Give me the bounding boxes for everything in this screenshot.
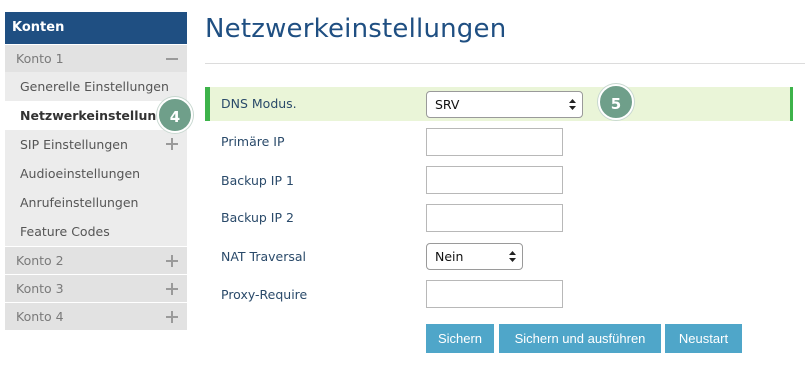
minus-icon[interactable] xyxy=(165,45,179,73)
title-divider xyxy=(205,63,805,64)
step-badge-5: 5 xyxy=(598,84,634,120)
plus-icon[interactable] xyxy=(165,303,179,331)
nat-traversal-select[interactable]: Nein xyxy=(426,243,523,270)
proxy-require-input[interactable] xyxy=(426,280,563,308)
backup-ip1-input[interactable] xyxy=(426,166,563,194)
backup-ip2-label: Backup IP 2 xyxy=(221,210,294,225)
sidebar-account-label: Konto 4 xyxy=(16,309,64,324)
select-arrows-icon xyxy=(509,251,516,262)
page-title: Netzwerkeinstellungen xyxy=(205,14,507,44)
nat-traversal-label: NAT Traversal xyxy=(221,249,307,264)
sidebar-account-2[interactable]: Konto 2 xyxy=(5,246,187,274)
step-badge-4: 4 xyxy=(157,97,193,133)
backup-ip1-label: Backup IP 1 xyxy=(221,173,294,188)
sidebar-item-sip-einstellungen[interactable]: SIP Einstellungen xyxy=(5,130,187,159)
sidebar-item-label: Anrufeinstellungen xyxy=(20,195,139,210)
sidebar-account-label: Konto 2 xyxy=(16,253,64,268)
plus-icon[interactable] xyxy=(165,275,179,303)
accounts-sidebar: Konten Konto 1 Generelle Einstellungen N… xyxy=(5,12,187,330)
dns-mode-value: SRV xyxy=(435,97,460,112)
backup-ip2-input[interactable] xyxy=(426,204,563,232)
sidebar-item-anrufeinstellungen[interactable]: Anrufeinstellungen xyxy=(5,188,187,217)
sidebar-account-label: Konto 1 xyxy=(16,51,64,66)
sidebar-item-label: Audioeinstellungen xyxy=(20,166,141,181)
sidebar-header: Konten xyxy=(5,12,187,44)
save-button[interactable]: Sichern xyxy=(426,324,494,353)
sidebar-item-label: SIP Einstellungen xyxy=(20,137,128,152)
sidebar-item-label: Generelle Einstellungen xyxy=(20,79,169,94)
primary-ip-input[interactable] xyxy=(426,128,563,156)
sidebar-item-feature-codes[interactable]: Feature Codes xyxy=(5,217,187,246)
account-1-submenu: Generelle Einstellungen Netzwerkeinstell… xyxy=(5,72,187,246)
nat-traversal-value: Nein xyxy=(435,249,464,264)
dns-mode-label: DNS Modus. xyxy=(221,96,297,111)
proxy-require-label: Proxy-Require xyxy=(221,287,308,302)
sidebar-item-label: Feature Codes xyxy=(20,224,110,239)
select-arrows-icon xyxy=(569,99,576,110)
sidebar-item-audioeinstellungen[interactable]: Audioeinstellungen xyxy=(5,159,187,188)
dns-mode-select[interactable]: SRV xyxy=(426,91,583,118)
sidebar-account-label: Konto 3 xyxy=(16,281,64,296)
primary-ip-label: Primäre IP xyxy=(221,134,285,149)
sidebar-account-3[interactable]: Konto 3 xyxy=(5,274,187,302)
sidebar-item-generelle-einstellungen[interactable]: Generelle Einstellungen xyxy=(5,72,187,101)
restart-button[interactable]: Neustart xyxy=(665,324,742,353)
plus-icon[interactable] xyxy=(165,130,179,159)
sidebar-account-4[interactable]: Konto 4 xyxy=(5,302,187,330)
save-apply-button[interactable]: Sichern und ausführen xyxy=(499,324,661,353)
sidebar-account-1[interactable]: Konto 1 xyxy=(5,44,187,72)
plus-icon[interactable] xyxy=(165,247,179,275)
